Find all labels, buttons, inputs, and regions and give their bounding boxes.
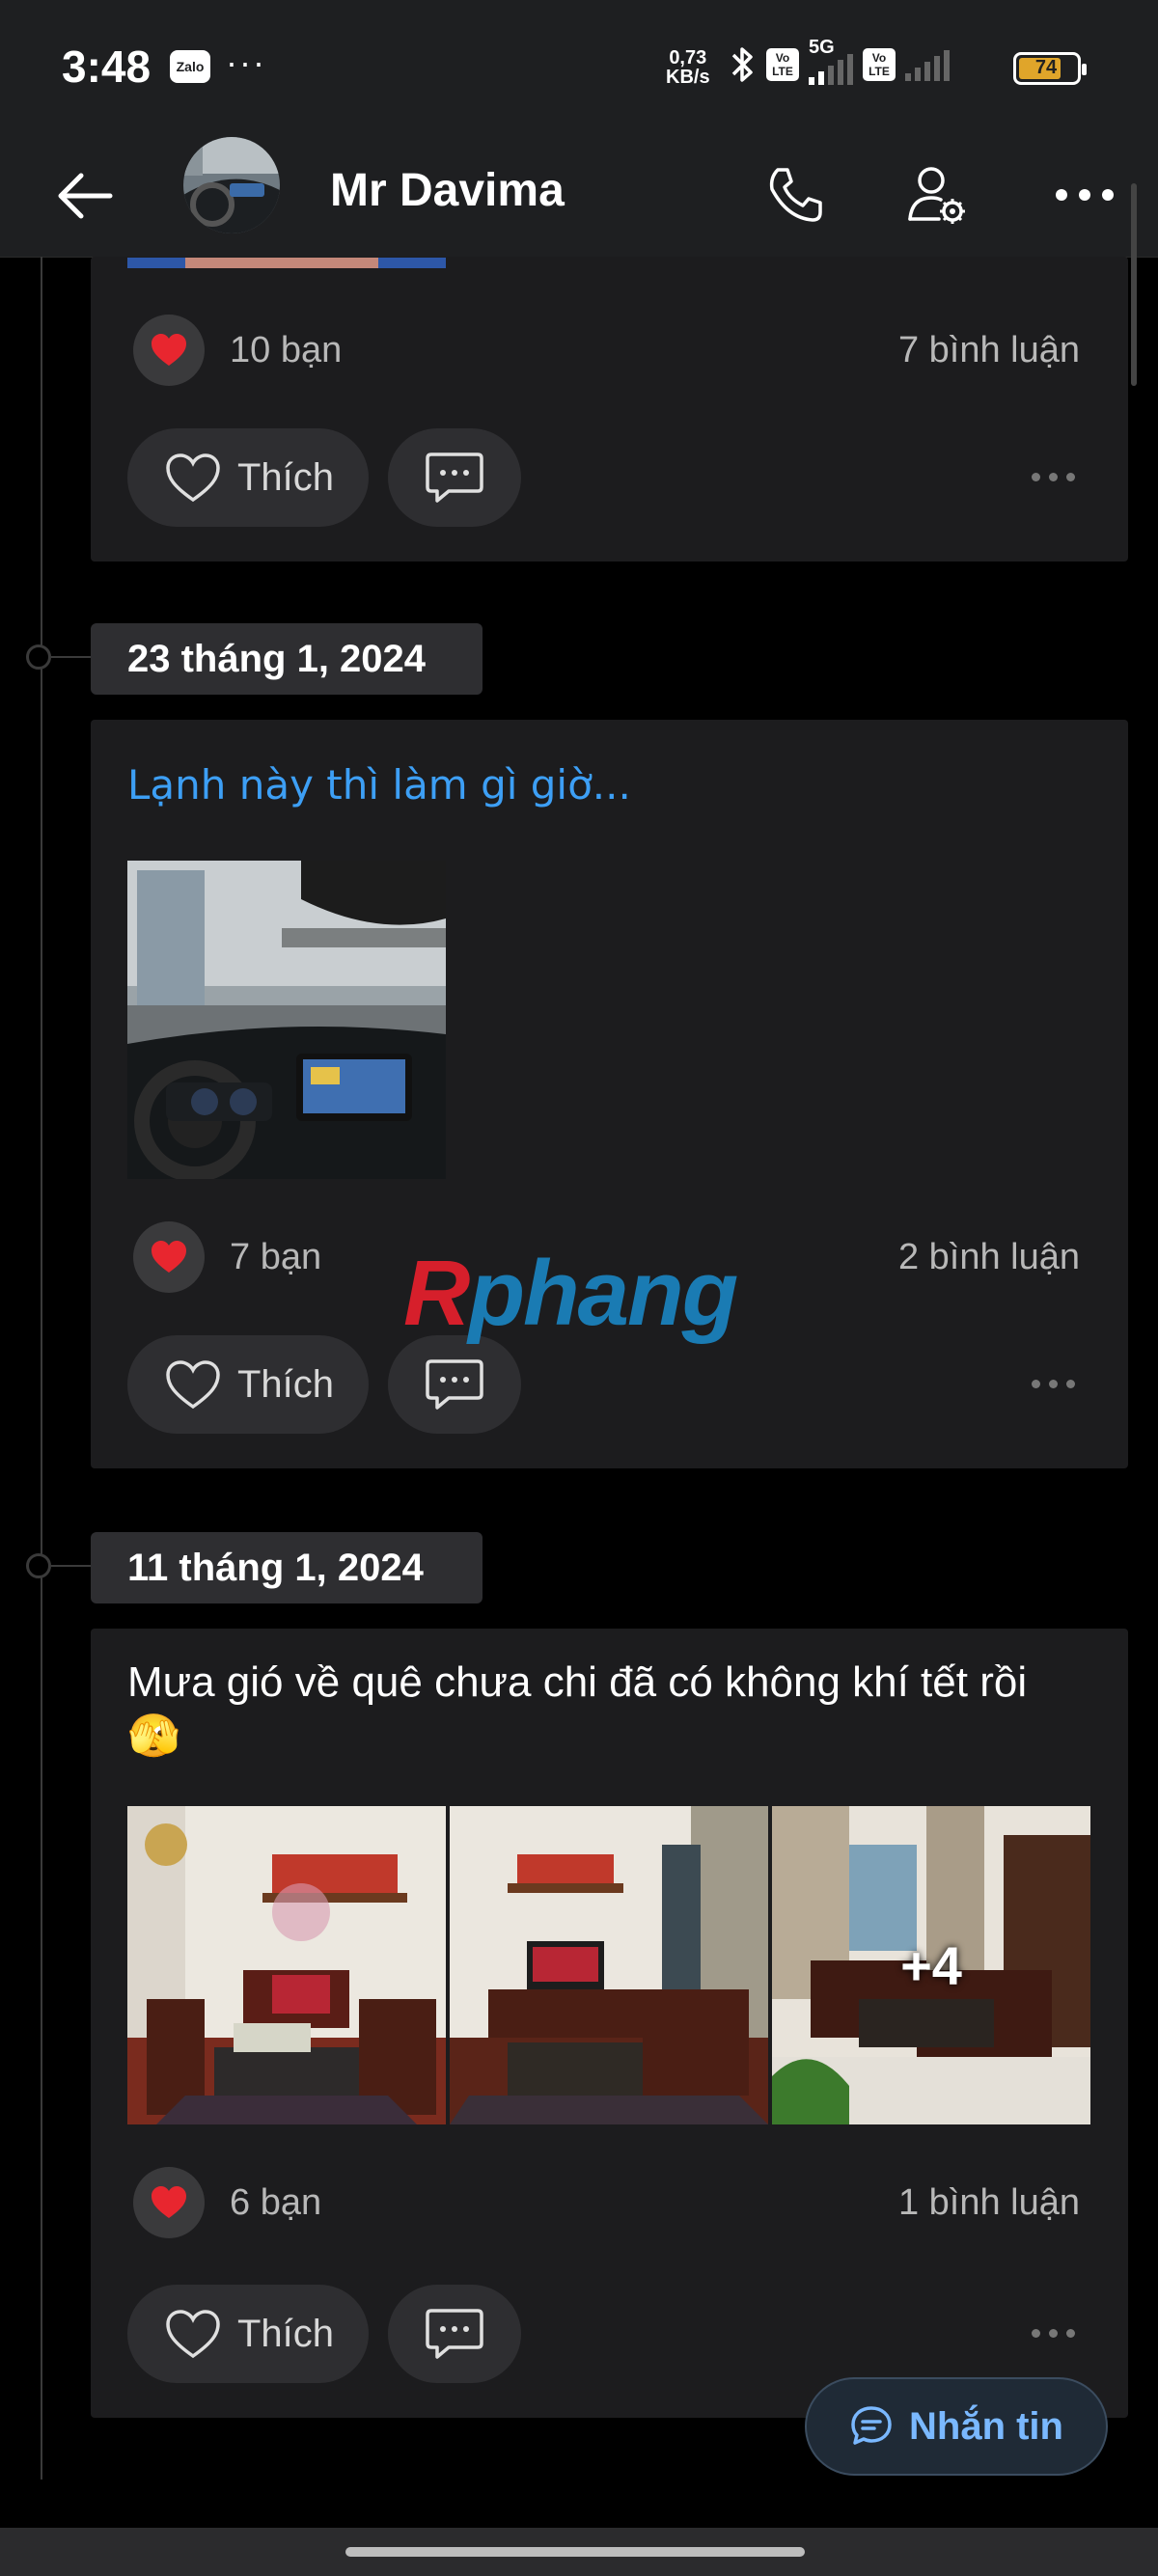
timeline-dot — [26, 1553, 51, 1578]
status-bar: 3:48 Zalo ··· 0,73 KB/s Vo LTE 5G Vo LTE… — [0, 0, 1158, 135]
watermark-first: R — [403, 1242, 470, 1345]
status-time: 3:48 — [62, 41, 152, 92]
reaction-badge[interactable] — [133, 1221, 205, 1293]
post-photo[interactable] — [127, 257, 446, 268]
post-more-button[interactable] — [1014, 457, 1091, 496]
post-emoji: 🫣 — [127, 1713, 180, 1760]
volte-icon-2: Vo LTE — [863, 48, 896, 81]
volte-icon: Vo LTE — [766, 48, 799, 81]
heart-icon — [152, 334, 186, 366]
post-text: Lạnh này thì làm gì giờ... — [127, 761, 631, 808]
signal-icon — [905, 48, 950, 81]
post-card: Lạnh này thì làm gì giờ... 7 bạn 2 bình … — [91, 720, 1128, 1468]
comments-count[interactable]: 7 bình luận — [898, 330, 1080, 371]
reaction-badge[interactable] — [133, 315, 205, 386]
profile-settings-button[interactable] — [899, 156, 977, 233]
post-text: Mưa gió về quê chưa chi đã có không khí … — [127, 1656, 1027, 1764]
comment-button[interactable] — [388, 1335, 521, 1434]
battery-level: 74 — [1034, 57, 1058, 78]
post-more-button[interactable] — [1014, 2314, 1091, 2352]
timeline-line — [41, 257, 42, 2480]
post-actions: Thích — [127, 428, 1091, 527]
chat-bubble-icon — [851, 2406, 892, 2445]
call-button[interactable] — [757, 156, 834, 233]
likes-count[interactable]: 6 bạn — [230, 2182, 321, 2224]
more-photos-count[interactable]: +4 — [772, 1806, 1090, 2124]
heart-outline-icon — [166, 2310, 220, 2359]
post-photo[interactable]: +4 — [772, 1806, 1090, 2124]
reaction-badge[interactable] — [133, 2167, 205, 2238]
battery-icon: 74 — [1013, 52, 1087, 85]
contact-name[interactable]: Mr Davima — [330, 164, 565, 217]
phone-icon — [769, 168, 822, 222]
like-button[interactable]: Thích — [127, 428, 369, 527]
comment-icon — [426, 452, 483, 503]
heart-icon — [152, 1241, 186, 1273]
scrollbar[interactable] — [1131, 183, 1137, 386]
comments-count[interactable]: 2 bình luận — [898, 1237, 1080, 1278]
timeline-dot — [26, 644, 51, 670]
like-label: Thích — [237, 455, 335, 499]
post-photo[interactable] — [450, 1806, 768, 2124]
navigation-bar — [0, 2528, 1158, 2576]
chat-header: Mr Davima — [0, 135, 1158, 258]
watermark-logo: Rphang — [403, 1241, 738, 1347]
network-speed: 0,73 KB/s — [666, 48, 710, 87]
timeline-connector — [51, 656, 92, 658]
bluetooth-icon — [731, 47, 753, 82]
send-message-button[interactable]: Nhắn tin — [805, 2377, 1108, 2476]
post-more-button[interactable] — [1014, 1364, 1091, 1403]
post-photo[interactable] — [127, 1806, 446, 2124]
post-stats: 10 bạn 7 bình luận — [133, 315, 1080, 386]
comment-button[interactable] — [388, 2285, 521, 2383]
more-horizontal-icon — [1056, 189, 1114, 201]
network-5g-label: 5G — [809, 37, 835, 58]
likes-count[interactable]: 7 bạn — [230, 1237, 321, 1278]
zalo-notification-icon: Zalo — [170, 50, 210, 83]
comments-count[interactable]: 1 bình luận — [898, 2182, 1080, 2224]
post-actions: Thích — [127, 2285, 1091, 2383]
avatar[interactable] — [183, 137, 280, 233]
back-arrow-icon — [58, 173, 113, 219]
post-actions: Thích — [127, 1335, 1091, 1434]
post-card: 10 bạn 7 bình luận Thích — [91, 257, 1128, 562]
post-text-line: Mưa gió về quê chưa chi đã có không khí … — [127, 1658, 1028, 1706]
user-settings-icon — [908, 167, 965, 224]
like-label: Thích — [237, 1362, 335, 1406]
network-speed-value: 0,73 — [669, 47, 707, 69]
heart-outline-icon — [166, 453, 220, 503]
back-button[interactable] — [52, 162, 120, 230]
comment-icon — [426, 1359, 483, 1410]
post-card: Mưa gió về quê chưa chi đã có không khí … — [91, 1629, 1128, 2418]
post-stats: 6 bạn 1 bình luận — [133, 2167, 1080, 2238]
like-button[interactable]: Thích — [127, 2285, 369, 2383]
heart-outline-icon — [166, 1360, 220, 1410]
comment-icon — [426, 2309, 483, 2359]
timeline-connector — [51, 1565, 92, 1567]
date-chip: 11 tháng 1, 2024 — [91, 1532, 482, 1603]
comment-button[interactable] — [388, 428, 521, 527]
watermark-rest: phang — [468, 1242, 738, 1345]
heart-icon — [152, 2186, 186, 2218]
status-icons: Vo LTE 5G Vo LTE — [728, 37, 950, 85]
more-notifications-icon: ··· — [226, 42, 266, 82]
send-message-label: Nhắn tin — [909, 2404, 1063, 2448]
like-button[interactable]: Thích — [127, 1335, 369, 1434]
date-chip: 23 tháng 1, 2024 — [91, 623, 482, 695]
home-gesture-handle[interactable] — [345, 2547, 805, 2557]
likes-count[interactable]: 10 bạn — [230, 330, 342, 371]
more-options-button[interactable] — [1046, 156, 1123, 233]
network-speed-unit: KB/s — [666, 67, 710, 88]
signal-5g-icon: 5G — [809, 37, 853, 85]
like-label: Thích — [237, 2312, 335, 2355]
post-photo[interactable] — [127, 861, 446, 1179]
